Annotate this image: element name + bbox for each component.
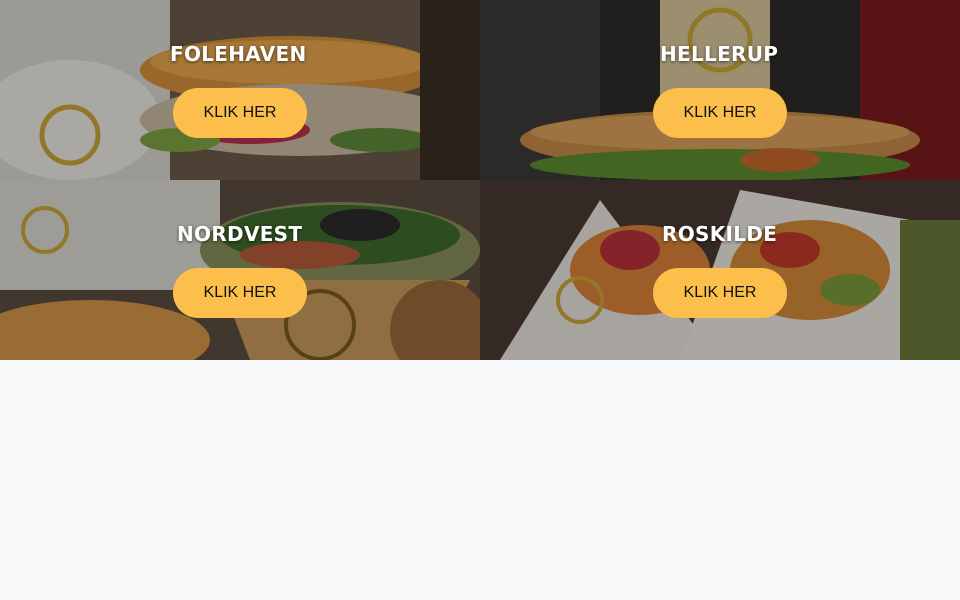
location-title-folehaven: FOLEHAVEN	[170, 42, 307, 66]
folehaven-klik-her-button[interactable]: KLIK HER	[173, 88, 307, 138]
location-tile-nordvest: NORDVEST KLIK HER	[0, 180, 480, 360]
empty-content-area	[0, 360, 960, 600]
roskilde-klik-her-button[interactable]: KLIK HER	[653, 268, 787, 318]
location-title-roskilde: ROSKILDE	[662, 222, 778, 246]
location-title-hellerup: HELLERUP	[660, 42, 779, 66]
location-tile-roskilde: ROSKILDE KLIK HER	[480, 180, 960, 360]
location-title-nordvest: NORDVEST	[177, 222, 303, 246]
nordvest-klik-her-button[interactable]: KLIK HER	[173, 268, 307, 318]
location-tile-hellerup: HELLERUP KLIK HER	[480, 0, 960, 180]
hellerup-klik-her-button[interactable]: KLIK HER	[653, 88, 787, 138]
location-grid: FOLEHAVEN KLIK HER HELLERUP KLIK HER NOR…	[0, 0, 960, 360]
location-tile-folehaven: FOLEHAVEN KLIK HER	[0, 0, 480, 180]
